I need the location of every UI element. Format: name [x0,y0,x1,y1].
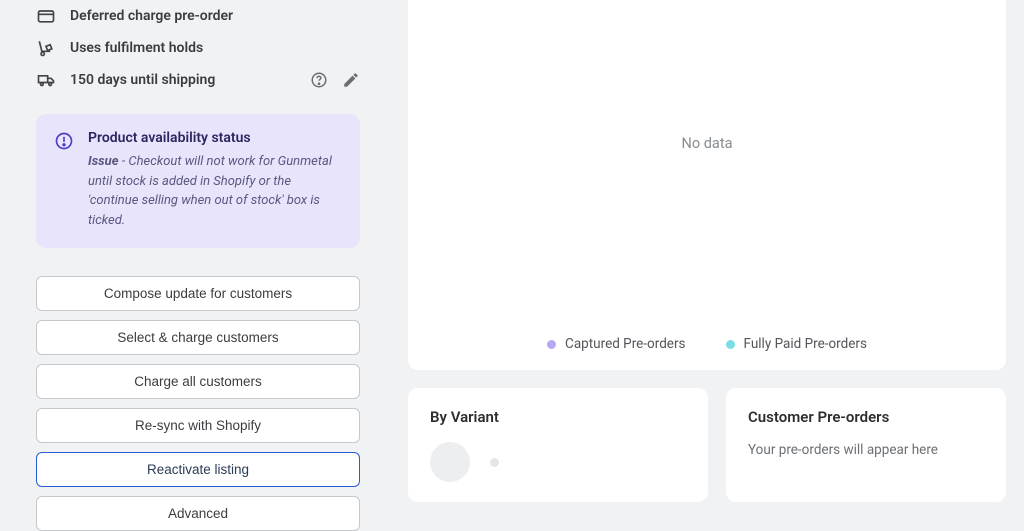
alert-body-text: - Checkout will not work for Gunmetal un… [88,154,332,228]
card-icon [36,6,56,26]
alert-title: Product availability status [88,130,342,146]
chart-empty-text: No data [682,135,733,152]
alert-issue-label: Issue [88,154,119,169]
by-variant-title: By Variant [430,408,686,426]
feature-deferred-label: Deferred charge pre-order [70,8,233,24]
feature-fulfilment-label: Uses fulfilment holds [70,40,203,56]
pencil-icon[interactable] [342,71,360,89]
variant-dot-placeholder [490,458,499,467]
legend-paid-label: Fully Paid Pre-orders [744,336,867,352]
truck-icon [36,70,56,90]
legend-dot-purple [547,340,556,349]
alert-icon [54,131,74,151]
preorders-chart-card: No data Captured Pre-orders Fully Paid P… [408,0,1006,370]
feature-shipping-label: 150 days until shipping [70,72,215,88]
advanced-button[interactable]: Advanced [36,496,360,531]
customer-preorders-empty: Your pre-orders will appear here [748,442,984,458]
help-icon[interactable] [310,71,328,89]
by-variant-card: By Variant [408,388,708,502]
resync-button[interactable]: Re-sync with Shopify [36,408,360,443]
availability-alert: Product availability status Issue - Chec… [36,114,360,248]
hand-truck-icon [36,38,56,58]
select-charge-button[interactable]: Select & charge customers [36,320,360,355]
alert-body: Issue - Checkout will not work for Gunme… [88,152,342,230]
customer-preorders-title: Customer Pre-orders [748,408,984,426]
variant-avatar-placeholder [430,442,470,482]
variant-placeholder [430,442,686,482]
legend-paid: Fully Paid Pre-orders [726,336,867,352]
charge-all-button[interactable]: Charge all customers [36,364,360,399]
compose-update-button[interactable]: Compose update for customers [36,276,360,311]
legend-dot-teal [726,340,735,349]
chart-legend: Captured Pre-orders Fully Paid Pre-order… [408,336,1006,352]
reactivate-listing-button[interactable]: Reactivate listing [36,452,360,487]
legend-captured-label: Captured Pre-orders [565,336,685,352]
customer-preorders-card: Customer Pre-orders Your pre-orders will… [726,388,1006,502]
legend-captured: Captured Pre-orders [547,336,685,352]
